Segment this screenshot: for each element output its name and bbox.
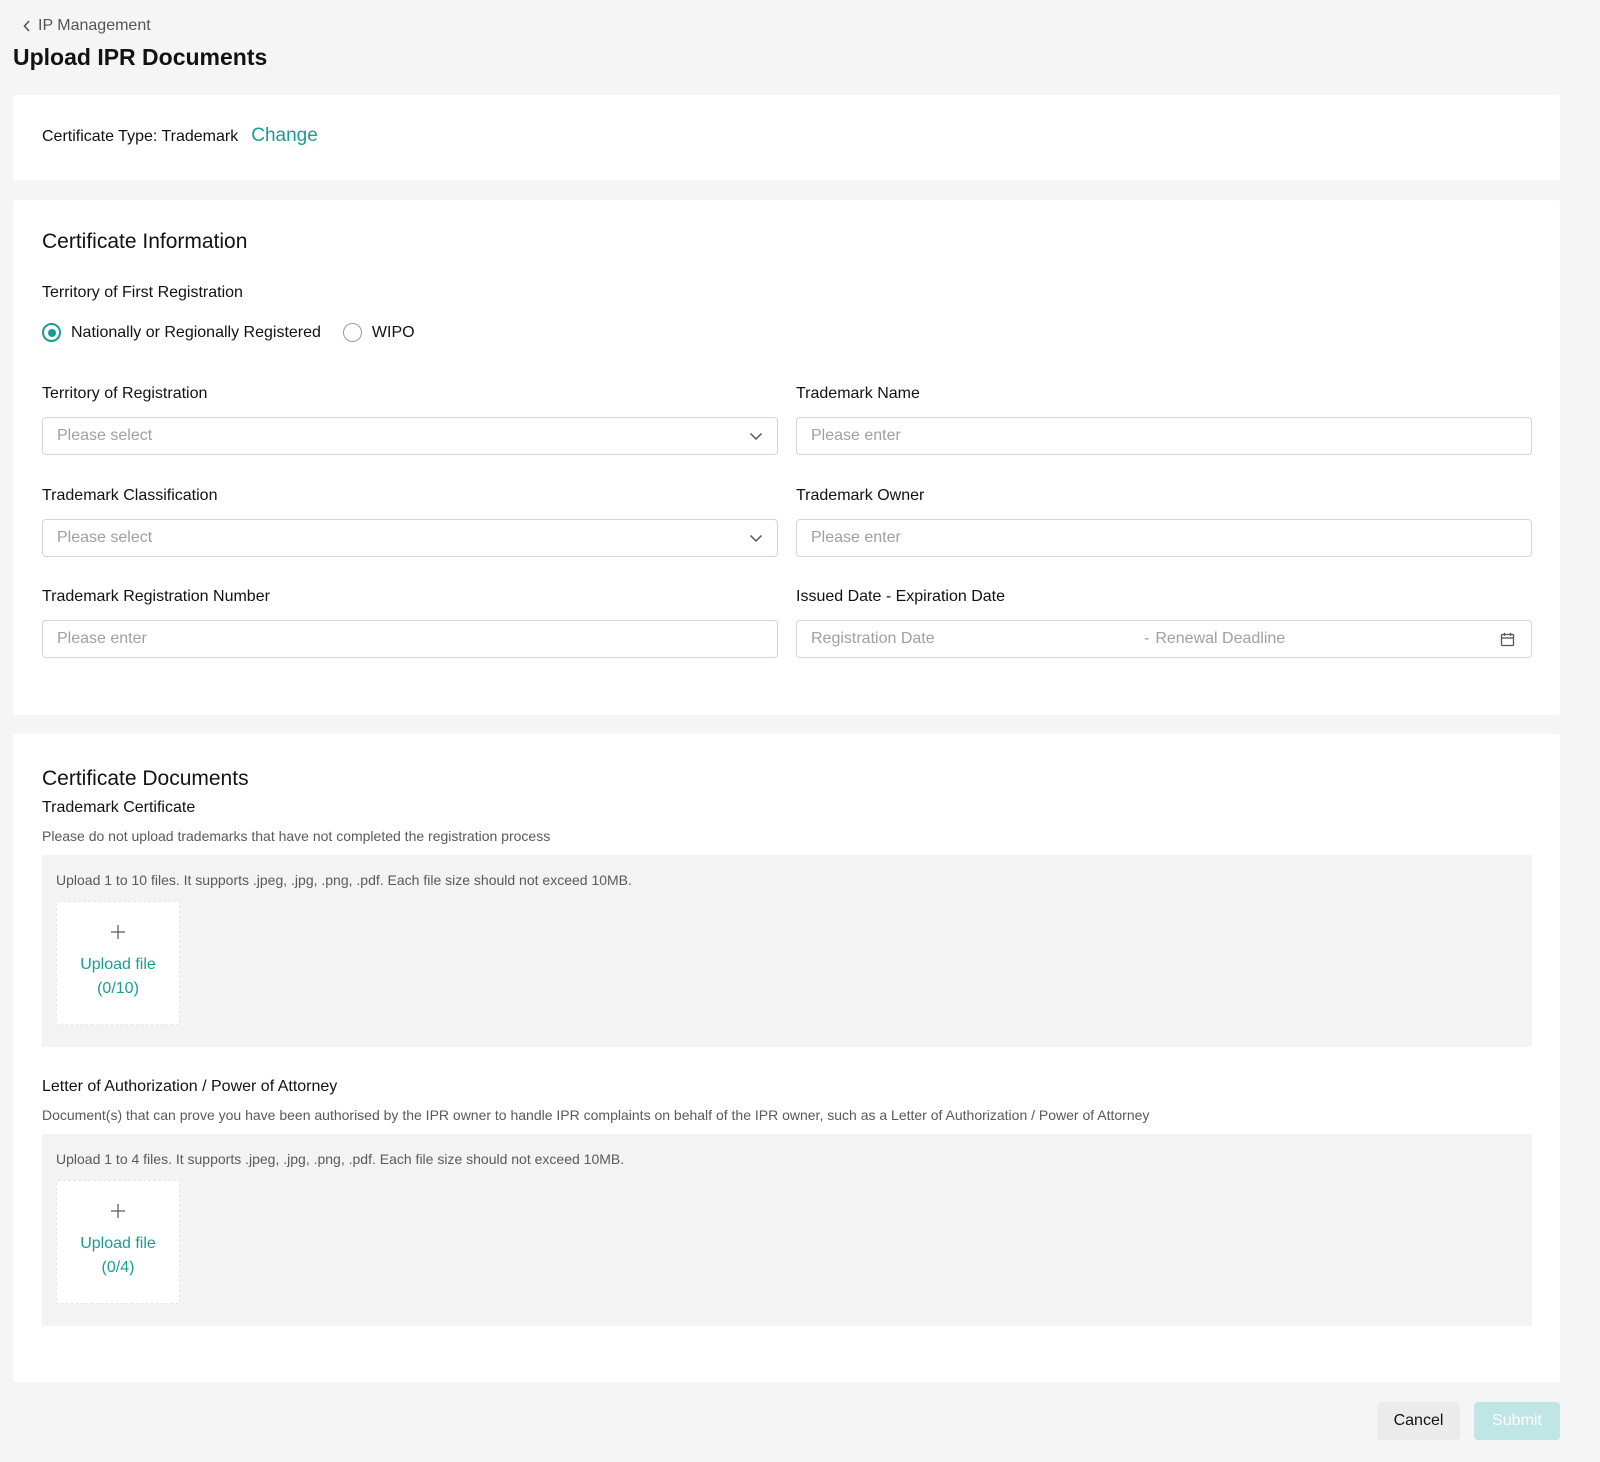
- plus-icon: [111, 1204, 125, 1218]
- certificate-type-card: Certificate Type: Trademark Change: [13, 95, 1560, 180]
- radio-wipo-label: WIPO: [371, 323, 415, 341]
- authorization-upload-hint: Upload 1 to 4 files. It supports .jpeg, …: [56, 1151, 625, 1167]
- authorization-description: Document(s) that can prove you have been…: [42, 1107, 1150, 1123]
- territory-registration-select[interactable]: Please select: [42, 417, 778, 455]
- trademark-name-input[interactable]: Please enter: [796, 417, 1532, 455]
- trademark-name-placeholder: Please enter: [811, 427, 901, 444]
- chevron-down-icon: [749, 432, 763, 440]
- trademark-owner-input[interactable]: Please enter: [796, 519, 1532, 557]
- dates-label: Issued Date - Expiration Date: [796, 588, 1005, 605]
- back-link-label: IP Management: [38, 17, 151, 34]
- radio-unchecked-icon: [342, 323, 362, 342]
- radio-wipo[interactable]: WIPO: [342, 323, 415, 342]
- upload-file-label: Upload file: [80, 956, 156, 973]
- registration-date-placeholder: Registration Date: [811, 630, 935, 647]
- trademark-certificate-upload-hint: Upload 1 to 10 files. It supports .jpeg,…: [56, 872, 632, 888]
- chevron-down-icon: [749, 534, 763, 542]
- certificate-documents-title: Certificate Documents: [42, 767, 249, 790]
- trademark-classification-label: Trademark Classification: [42, 487, 218, 504]
- radio-checked-icon: [42, 323, 61, 342]
- date-separator: -: [1144, 630, 1150, 647]
- certificate-information-card: Certificate Information Territory of Fir…: [13, 200, 1560, 715]
- trademark-certificate-title: Trademark Certificate: [42, 799, 196, 816]
- authorization-title: Letter of Authorization / Power of Attor…: [42, 1078, 338, 1095]
- certificate-documents-card: Certificate Documents Trademark Certific…: [13, 734, 1560, 1382]
- trademark-classification-placeholder: Please select: [57, 529, 153, 546]
- territory-registration-label: Territory of Registration: [42, 385, 208, 402]
- certificate-information-title: Certificate Information: [42, 230, 248, 253]
- certificate-type-label: Certificate Type: Trademark: [42, 128, 239, 145]
- registration-number-label: Trademark Registration Number: [42, 588, 270, 605]
- territory-first-label: Territory of First Registration: [42, 284, 243, 301]
- upload-file-count: (0/10): [97, 980, 139, 997]
- plus-icon: [111, 925, 125, 939]
- calendar-icon: [1500, 632, 1515, 647]
- registration-number-placeholder: Please enter: [57, 630, 147, 647]
- radio-nationally-registered[interactable]: Nationally or Regionally Registered: [42, 323, 321, 342]
- registration-number-input[interactable]: Please enter: [42, 620, 778, 658]
- radio-nationally-label: Nationally or Regionally Registered: [71, 323, 321, 341]
- back-link[interactable]: IP Management: [22, 17, 151, 35]
- change-link[interactable]: Change: [251, 125, 318, 147]
- upload-file-label: Upload file: [80, 1235, 156, 1252]
- submit-button[interactable]: Submit: [1474, 1402, 1560, 1440]
- territory-first-radio-group: Nationally or Regionally Registered WIPO: [42, 323, 415, 342]
- trademark-certificate-upload-area: Upload 1 to 10 files. It supports .jpeg,…: [42, 855, 1532, 1047]
- page-title: Upload IPR Documents: [13, 44, 268, 70]
- trademark-owner-placeholder: Please enter: [811, 529, 901, 546]
- chevron-left-icon: [23, 20, 30, 32]
- trademark-name-label: Trademark Name: [796, 385, 920, 402]
- trademark-certificate-upload-button[interactable]: Upload file (0/10): [56, 901, 180, 1025]
- authorization-upload-button[interactable]: Upload file (0/4): [56, 1180, 180, 1304]
- territory-registration-placeholder: Please select: [57, 427, 153, 444]
- trademark-certificate-description: Please do not upload trademarks that hav…: [42, 828, 551, 844]
- cancel-button[interactable]: Cancel: [1377, 1402, 1460, 1440]
- authorization-upload-area: Upload 1 to 4 files. It supports .jpeg, …: [42, 1134, 1532, 1326]
- date-range-picker[interactable]: Registration Date - Renewal Deadline: [796, 620, 1532, 658]
- trademark-classification-select[interactable]: Please select: [42, 519, 778, 557]
- trademark-owner-label: Trademark Owner: [796, 487, 925, 504]
- renewal-deadline-placeholder: Renewal Deadline: [1155, 630, 1286, 647]
- upload-file-count: (0/4): [101, 1259, 135, 1276]
